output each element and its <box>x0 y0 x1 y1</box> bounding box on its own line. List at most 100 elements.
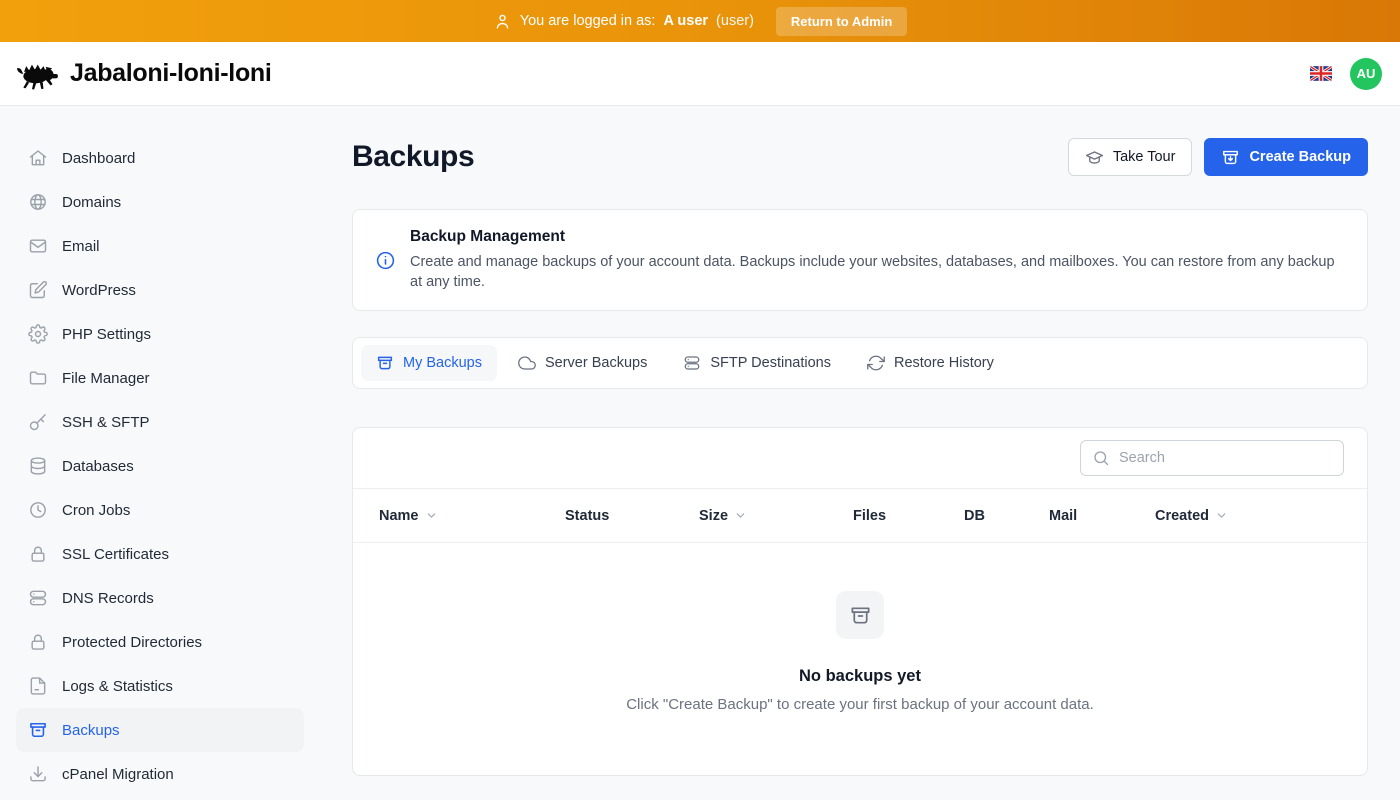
logged-in-role: (user) <box>716 13 754 29</box>
sidebar-item-databases[interactable]: Databases <box>16 444 304 488</box>
sidebar-item-label: Backups <box>62 722 120 739</box>
tab-label: SFTP Destinations <box>710 355 831 371</box>
table-header-row: Name Status Size Files DB Mail <box>353 488 1367 543</box>
sidebar-item-dns-records[interactable]: DNS Records <box>16 576 304 620</box>
sidebar-item-dashboard[interactable]: Dashboard <box>16 136 304 180</box>
info-icon <box>375 250 396 271</box>
sidebar-item-email[interactable]: Email <box>16 224 304 268</box>
language-flag-icon[interactable] <box>1310 66 1332 81</box>
sidebar-item-backups[interactable]: Backups <box>16 708 304 752</box>
sidebar-item-label: DNS Records <box>62 590 154 607</box>
app-header: Jabaloni-loni-loni AU <box>0 42 1400 106</box>
logged-in-message: You are logged in as: A user (user) <box>493 12 754 31</box>
sidebar-item-label: Logs & Statistics <box>62 678 173 695</box>
tab-label: My Backups <box>403 355 482 371</box>
sidebar-item-label: WordPress <box>62 282 136 299</box>
column-header-created[interactable]: Created <box>1155 508 1367 524</box>
clock-icon <box>28 500 48 520</box>
empty-state-description: Click "Create Backup" to create your fir… <box>353 696 1367 713</box>
create-backup-button[interactable]: Create Backup <box>1204 138 1368 176</box>
column-header-files: Files <box>853 508 964 524</box>
cloud-icon <box>518 354 536 372</box>
lock-icon <box>28 544 48 564</box>
sidebar-item-label: Cron Jobs <box>62 502 130 519</box>
download-icon <box>28 764 48 784</box>
tab-sftp-destinations[interactable]: SFTP Destinations <box>668 345 846 381</box>
sidebar-nav: Dashboard Domains Email WordPress PHP Se… <box>0 106 320 800</box>
page-title: Backups <box>352 140 474 174</box>
file-text-icon <box>28 676 48 696</box>
user-avatar[interactable]: AU <box>1350 58 1382 90</box>
return-to-admin-button[interactable]: Return to Admin <box>776 7 907 36</box>
column-header-status: Status <box>565 508 699 524</box>
app-title: Jabaloni-loni-loni <box>70 59 272 88</box>
chevron-down-icon <box>734 509 747 522</box>
tab-restore-history[interactable]: Restore History <box>852 345 1009 381</box>
empty-archive-icon <box>836 591 884 639</box>
archive-icon <box>376 354 394 372</box>
sidebar-item-label: Dashboard <box>62 150 135 167</box>
search-input[interactable] <box>1080 440 1344 476</box>
folder-icon <box>28 368 48 388</box>
sidebar-item-label: File Manager <box>62 370 150 387</box>
server-icon <box>683 354 701 372</box>
info-card-title: Backup Management <box>410 228 1345 246</box>
chevron-down-icon <box>425 509 438 522</box>
home-icon <box>28 148 48 168</box>
sidebar-item-label: Databases <box>62 458 134 475</box>
edit-icon <box>28 280 48 300</box>
mail-icon <box>28 236 48 256</box>
backup-management-info-card: Backup Management Create and manage back… <box>352 209 1368 311</box>
sidebar-item-php-settings[interactable]: PHP Settings <box>16 312 304 356</box>
create-backup-label: Create Backup <box>1249 149 1351 165</box>
sidebar-item-logs-statistics[interactable]: Logs & Statistics <box>16 664 304 708</box>
sidebar-item-label: PHP Settings <box>62 326 151 343</box>
backups-table-card: Name Status Size Files DB Mail <box>352 427 1368 776</box>
empty-state-title: No backups yet <box>353 667 1367 686</box>
take-tour-label: Take Tour <box>1113 149 1176 165</box>
sidebar-item-ssh-sftp[interactable]: SSH & SFTP <box>16 400 304 444</box>
server-icon <box>28 588 48 608</box>
boar-logo-icon <box>14 57 60 91</box>
column-header-mail: Mail <box>1049 508 1155 524</box>
tab-label: Restore History <box>894 355 994 371</box>
sidebar-item-ssl-certificates[interactable]: SSL Certificates <box>16 532 304 576</box>
globe-icon <box>28 192 48 212</box>
logged-in-username: A user <box>663 13 708 29</box>
brand[interactable]: Jabaloni-loni-loni <box>14 57 272 91</box>
database-icon <box>28 456 48 476</box>
sidebar-item-file-manager[interactable]: File Manager <box>16 356 304 400</box>
gear-icon <box>28 324 48 344</box>
sidebar-item-domains[interactable]: Domains <box>16 180 304 224</box>
impersonation-bar: You are logged in as: A user (user) Retu… <box>0 0 1400 42</box>
tab-server-backups[interactable]: Server Backups <box>503 345 662 381</box>
sidebar-item-cron-jobs[interactable]: Cron Jobs <box>16 488 304 532</box>
refresh-icon <box>867 354 885 372</box>
tab-label: Server Backups <box>545 355 647 371</box>
tab-my-backups[interactable]: My Backups <box>361 345 497 381</box>
archive-down-icon <box>1221 148 1240 167</box>
sidebar-item-label: SSH & SFTP <box>62 414 150 431</box>
sidebar-item-label: cPanel Migration <box>62 766 174 783</box>
sidebar-item-label: SSL Certificates <box>62 546 169 563</box>
archive-icon <box>28 720 48 740</box>
sidebar-item-label: Email <box>62 238 100 255</box>
graduation-cap-icon <box>1085 148 1104 167</box>
empty-state: No backups yet Click "Create Backup" to … <box>353 543 1367 775</box>
column-header-db: DB <box>964 508 1049 524</box>
chevron-down-icon <box>1215 509 1228 522</box>
column-header-name[interactable]: Name <box>379 508 565 524</box>
lock-icon <box>28 632 48 652</box>
sidebar-item-wordpress[interactable]: WordPress <box>16 268 304 312</box>
main-content: Backups Take Tour Create Backup Backup M… <box>320 106 1400 800</box>
backup-tabs: My Backups Server Backups SFTP Destinati… <box>352 337 1368 389</box>
sidebar-item-label: Protected Directories <box>62 634 202 651</box>
key-icon <box>28 412 48 432</box>
info-card-description: Create and manage backups of your accoun… <box>410 252 1345 292</box>
logged-in-prefix: You are logged in as: <box>520 13 656 29</box>
sidebar-item-cpanel-migration[interactable]: cPanel Migration <box>16 752 304 796</box>
take-tour-button[interactable]: Take Tour <box>1068 138 1193 176</box>
user-icon <box>493 12 512 31</box>
column-header-size[interactable]: Size <box>699 508 853 524</box>
sidebar-item-protected-directories[interactable]: Protected Directories <box>16 620 304 664</box>
